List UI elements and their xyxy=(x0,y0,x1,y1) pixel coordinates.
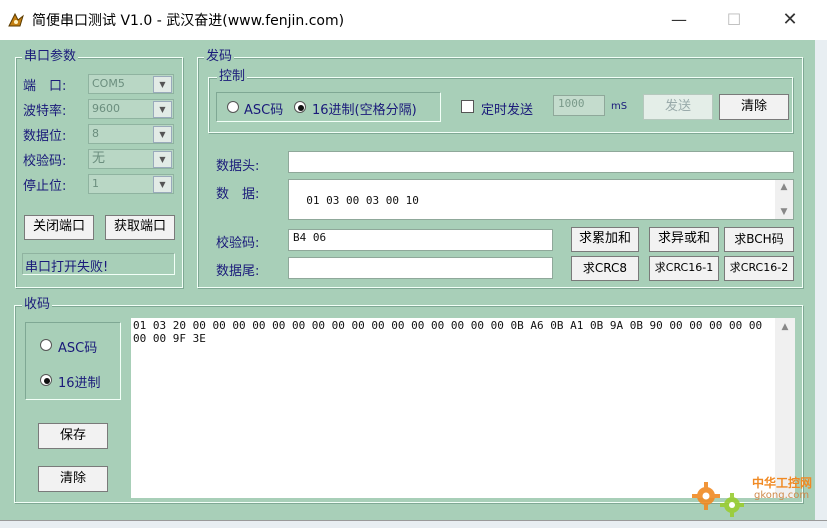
bch-button[interactable]: 求BCH码 xyxy=(724,227,794,252)
stopbits-label: 停止位: xyxy=(23,179,67,194)
desktop-strip-right xyxy=(815,40,827,528)
interval-input[interactable]: 1000 xyxy=(553,95,605,116)
window-title: 简便串口测试 V1.0 - 武汉奋进(www.fenjin.com) xyxy=(32,13,345,29)
send-hex-label[interactable]: 16进制(空格分隔) xyxy=(312,99,417,118)
recv-hex-label[interactable]: 16进制 xyxy=(58,372,101,391)
header-label: 数据头: xyxy=(216,159,260,174)
app-logo-icon xyxy=(8,12,24,27)
parity-value: 无 xyxy=(92,151,106,166)
chevron-down-icon[interactable]: ▼ xyxy=(153,176,172,193)
watermark: 中华工控网 gkong.com xyxy=(690,470,815,520)
recv-hex-radio[interactable] xyxy=(40,374,52,386)
interval-unit: mS xyxy=(611,101,628,112)
send-button[interactable]: 发送 xyxy=(643,94,713,120)
minimize-button[interactable]: — xyxy=(656,0,702,40)
send-hex-radio[interactable] xyxy=(294,101,306,113)
recv-title: 收码 xyxy=(22,297,53,313)
get-port-button[interactable]: 获取端口 xyxy=(105,215,175,240)
check-input[interactable]: B4 06 xyxy=(288,229,553,251)
close-port-button[interactable]: 关闭端口 xyxy=(24,215,94,240)
close-button[interactable]: ✕ xyxy=(767,0,813,40)
recv-asc-radio[interactable] xyxy=(40,339,52,351)
stopbits-value: 1 xyxy=(92,177,99,190)
crc16-1-button[interactable]: 求CRC16-1 xyxy=(649,256,719,281)
baud-select[interactable]: 9600 ▼ xyxy=(88,99,174,119)
send-clear-button[interactable]: 清除 xyxy=(719,94,789,120)
recv-text: 01 03 20 00 00 00 00 00 00 00 00 00 00 0… xyxy=(133,319,763,345)
chevron-down-icon[interactable]: ▼ xyxy=(153,126,172,143)
databits-select[interactable]: 8 ▼ xyxy=(88,124,174,144)
send-title: 发码 xyxy=(204,49,235,65)
parity-label: 校验码: xyxy=(23,154,67,169)
crc8-button[interactable]: 求CRC8 xyxy=(571,256,639,281)
parity-select[interactable]: 无 ▼ xyxy=(88,149,174,169)
status-text: 串口打开失败! xyxy=(25,260,109,275)
sum-button[interactable]: 求累加和 xyxy=(571,227,639,252)
port-value: COM5 xyxy=(92,77,125,90)
recv-textarea[interactable]: 01 03 20 00 00 00 00 00 00 00 00 00 00 0… xyxy=(131,318,775,498)
scroll-down-icon[interactable]: ▼ xyxy=(775,207,793,217)
recv-asc-label[interactable]: ASC码 xyxy=(58,337,97,356)
watermark-url: gkong.com xyxy=(754,490,810,501)
header-input[interactable] xyxy=(288,151,794,173)
tail-label: 数据尾: xyxy=(216,264,260,279)
tail-input[interactable] xyxy=(288,257,553,279)
status-box: 串口打开失败! xyxy=(22,253,175,275)
timer-checkbox[interactable] xyxy=(461,100,474,113)
timer-label[interactable]: 定时发送 xyxy=(481,99,533,118)
data-value: 01 03 00 03 00 10 xyxy=(306,194,419,207)
xor-button[interactable]: 求异或和 xyxy=(649,227,719,252)
maximize-button[interactable]: ☐ xyxy=(711,0,757,40)
chevron-down-icon[interactable]: ▼ xyxy=(153,76,172,93)
desktop-strip-bottom xyxy=(0,520,827,528)
port-label: 端 口: xyxy=(23,79,67,94)
chevron-down-icon[interactable]: ▼ xyxy=(153,101,172,118)
data-input[interactable]: 01 03 00 03 00 10 xyxy=(288,179,794,220)
recv-clear-button[interactable]: 清除 xyxy=(38,466,108,492)
save-button[interactable]: 保存 xyxy=(38,423,108,449)
chevron-down-icon[interactable]: ▼ xyxy=(153,151,172,168)
stopbits-select[interactable]: 1 ▼ xyxy=(88,174,174,194)
crc16-2-button[interactable]: 求CRC16-2 xyxy=(724,256,794,281)
baud-value: 9600 xyxy=(92,102,120,115)
scroll-up-icon[interactable]: ▲ xyxy=(775,182,793,192)
send-asc-label[interactable]: ASC码 xyxy=(244,99,283,118)
databits-label: 数据位: xyxy=(23,129,67,144)
check-label: 校验码: xyxy=(216,236,260,251)
title-bar[interactable]: 简便串口测试 V1.0 - 武汉奋进(www.fenjin.com) — ☐ ✕ xyxy=(0,0,827,40)
serial-params-title: 串口参数 xyxy=(22,49,79,65)
send-asc-radio[interactable] xyxy=(227,101,239,113)
databits-value: 8 xyxy=(92,127,99,140)
baud-label: 波特率: xyxy=(23,104,67,119)
data-label: 数 据: xyxy=(216,187,260,202)
watermark-cn: 中华工控网 xyxy=(752,476,813,490)
control-title: 控制 xyxy=(217,69,248,85)
gear-icon xyxy=(692,482,744,517)
data-scrollbar[interactable]: ▲ ▼ xyxy=(775,180,793,219)
scroll-up-icon[interactable]: ▲ xyxy=(775,322,795,332)
port-select[interactable]: COM5 ▼ xyxy=(88,74,174,94)
